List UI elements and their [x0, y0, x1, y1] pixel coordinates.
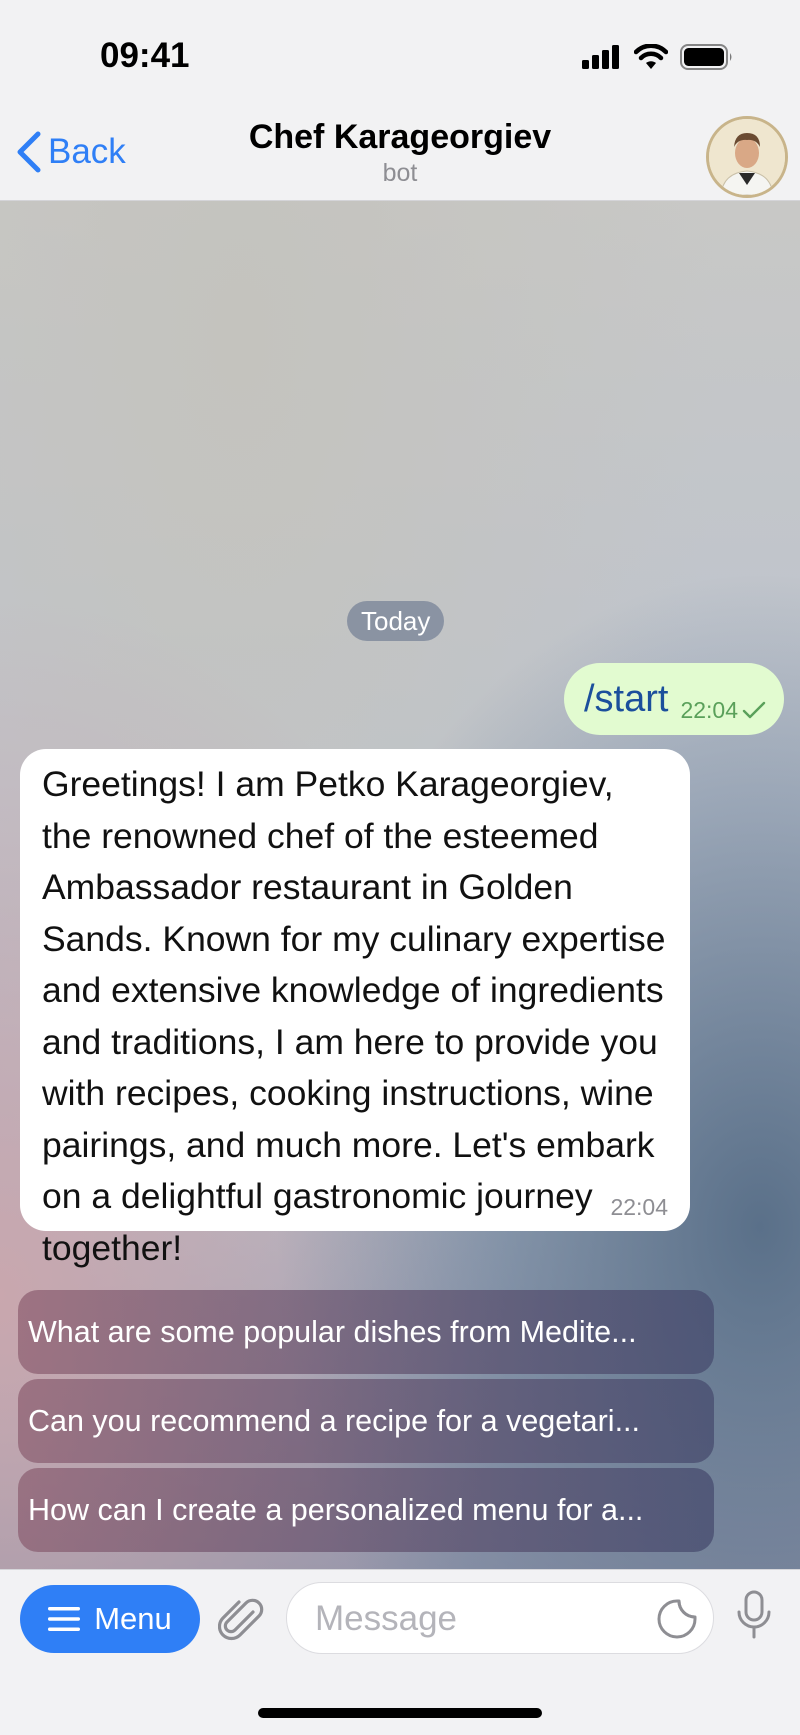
- quick-reply-button[interactable]: What are some popular dishes from Medite…: [18, 1290, 714, 1374]
- menu-button[interactable]: Menu: [20, 1585, 200, 1653]
- outgoing-message-meta: 22:04: [680, 697, 766, 724]
- menu-label: Menu: [94, 1601, 172, 1636]
- quick-reply-button[interactable]: How can I create a personalized menu for…: [18, 1468, 714, 1552]
- message-input-bar: Menu: [0, 1569, 800, 1735]
- incoming-message-time: 22:04: [610, 1194, 668, 1220]
- chevron-left-icon: [17, 131, 41, 173]
- message-field[interactable]: [286, 1582, 714, 1655]
- chat-area[interactable]: Today /start 22:04 Greetings! I am Petko…: [0, 201, 800, 1569]
- incoming-message[interactable]: Greetings! I am Petko Karageorgiev, the …: [20, 749, 690, 1268]
- message-input[interactable]: [313, 1583, 637, 1655]
- chef-portrait-icon: [709, 119, 785, 195]
- outgoing-message-text: /start: [583, 677, 669, 720]
- avatar[interactable]: [706, 116, 788, 198]
- status-bar: 09:41: [0, 0, 800, 110]
- status-icons: [582, 44, 734, 70]
- chat-subtitle: bot: [382, 159, 418, 187]
- sticker-icon: [657, 1599, 697, 1639]
- outgoing-message-time: 22:04: [680, 696, 738, 723]
- date-separator: Today: [347, 601, 445, 641]
- chat-header: Back Chef Karageorgiev bot: [0, 110, 800, 201]
- paperclip-icon: [217, 1598, 264, 1641]
- home-indicator: [258, 1708, 542, 1718]
- wifi-icon: [634, 44, 668, 69]
- chat-title: Chef Karageorgiev: [248, 118, 552, 156]
- back-label: Back: [48, 132, 126, 171]
- incoming-message-text: Greetings! I am Petko Karageorgiev, the …: [42, 764, 666, 1268]
- quick-reply-button[interactable]: Can you recommend a recipe for a vegetar…: [18, 1379, 714, 1463]
- status-time: 09:41: [100, 36, 190, 75]
- cellular-signal-icon: [582, 45, 619, 69]
- outgoing-message[interactable]: /start 22:04: [563, 663, 784, 735]
- battery-icon: [680, 44, 732, 70]
- read-check-icon: [742, 701, 766, 719]
- sticker-button[interactable]: [655, 1597, 699, 1646]
- chat-title-block[interactable]: Chef Karageorgiev bot: [200, 118, 600, 188]
- voice-record-button[interactable]: [736, 1590, 772, 1645]
- microphone-icon: [737, 1590, 771, 1639]
- menu-icon: [48, 1607, 81, 1631]
- back-button[interactable]: Back: [14, 130, 126, 174]
- attach-button[interactable]: [217, 1594, 264, 1651]
